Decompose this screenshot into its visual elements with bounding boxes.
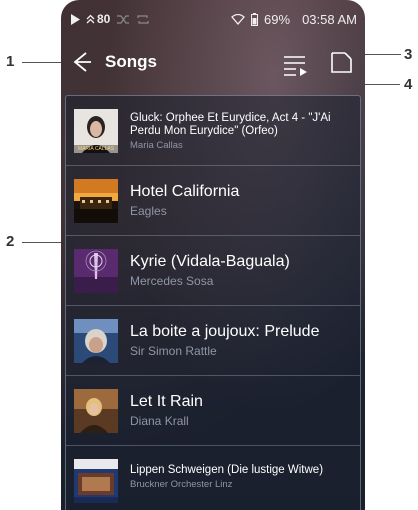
song-artist: Sir Simon Rattle (130, 344, 217, 358)
play-queue-button[interactable] (283, 54, 309, 78)
volume-chevron-icon (86, 14, 95, 24)
song-artist: Mercedes Sosa (130, 274, 214, 288)
song-title: Lippen Schweigen (Die lustige Witwe) (130, 464, 324, 476)
back-button[interactable] (69, 50, 93, 74)
song-title: La boite a joujoux: Prelude (130, 323, 320, 340)
song-row[interactable]: Hotel California Eagles (66, 166, 360, 236)
song-title: Kyrie (Vidala-Baguala) (130, 253, 290, 270)
battery-icon (251, 13, 259, 26)
playlist-play-icon (284, 56, 307, 76)
song-row[interactable]: Let It Rain Diana Krall (66, 376, 360, 446)
battery-level: 69% (264, 12, 291, 27)
album-cover-text: MARIA CALLAS (77, 146, 115, 152)
status-left: 80 (71, 12, 150, 26)
song-artist: Maria Callas (130, 140, 183, 151)
song-row[interactable]: Kyrie (Vidala-Baguala) Mercedes Sosa (66, 236, 360, 306)
song-text: Let It Rain Diana Krall (130, 392, 354, 428)
song-text: Gluck: Orphee Et Eurydice, Act 4 - "J'Ai… (130, 112, 354, 151)
song-text: Kyrie (Vidala-Baguala) Mercedes Sosa (130, 252, 354, 288)
volume-value: 80 (97, 12, 111, 26)
select-button[interactable] (331, 50, 353, 74)
play-icon (71, 13, 80, 25)
repeat-icon (137, 14, 149, 24)
callout-1: 1 (6, 53, 15, 70)
device-screen: 80 69% 03:58 AM Songs MARIA CALLAS Gluck… (61, 0, 365, 510)
album-cover (74, 319, 118, 363)
song-title: Let It Rain (130, 393, 203, 410)
album-cover (74, 179, 118, 223)
song-list[interactable]: MARIA CALLAS Gluck: Orphee Et Eurydice, … (65, 95, 361, 510)
callout-4: 4 (404, 76, 413, 93)
album-cover (74, 459, 118, 503)
status-right: 69% 03:58 AM (231, 12, 357, 27)
volume-indicator: 80 (86, 12, 110, 26)
song-title: Hotel California (130, 183, 240, 200)
callout-2-line (22, 242, 66, 243)
song-row[interactable]: La boite a joujoux: Prelude Sir Simon Ra… (66, 306, 360, 376)
song-artist: Diana Krall (130, 414, 189, 428)
callout-2: 2 (6, 233, 15, 250)
back-arrow-icon (73, 52, 91, 72)
wifi-icon (231, 14, 245, 25)
manual-figure: 1 2 3 4 80 69% 03:58 AM Songs MARIA CALL… (0, 0, 418, 510)
song-title: Gluck: Orphee Et Eurydice, Act 4 - "J'Ai… (130, 112, 331, 137)
status-bar: 80 69% 03:58 AM (61, 0, 365, 40)
page-title: Songs (105, 52, 157, 71)
select-square-icon (331, 52, 352, 73)
callout-3: 3 (404, 46, 413, 63)
song-artist: Bruckner Orchester Linz (130, 479, 233, 490)
app-header: Songs (61, 44, 365, 84)
album-cover (74, 389, 118, 433)
clock: 03:58 AM (302, 12, 357, 27)
song-row[interactable]: MARIA CALLAS Gluck: Orphee Et Eurydice, … (66, 96, 360, 166)
album-cover: MARIA CALLAS (74, 109, 118, 153)
song-text: Lippen Schweigen (Die lustige Witwe) Bru… (130, 464, 354, 490)
song-row[interactable]: Lippen Schweigen (Die lustige Witwe) Bru… (66, 446, 360, 510)
song-artist: Eagles (130, 204, 167, 218)
song-text: La boite a joujoux: Prelude Sir Simon Ra… (130, 322, 354, 358)
song-text: Hotel California Eagles (130, 182, 354, 218)
shuffle-icon (117, 14, 130, 24)
album-cover (74, 249, 118, 293)
